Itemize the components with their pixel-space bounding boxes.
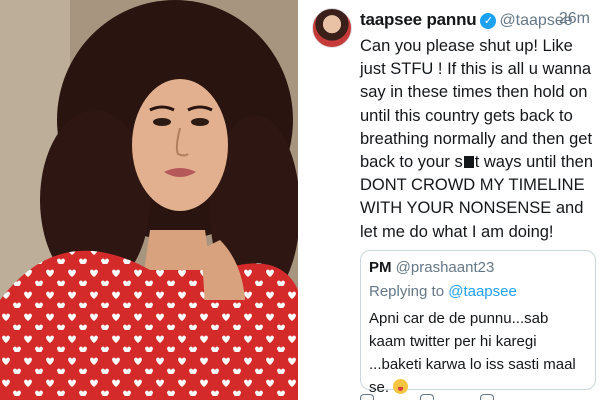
profile-photo [0,0,298,400]
tongue-face-emoji-icon [393,379,409,394]
quoted-author-handle: @prashaant23 [395,259,495,276]
like-icon[interactable] [480,394,494,400]
tweet-text-part1: Can you please shut up! Like just STFU !… [360,37,593,172]
tweet-header: taapsee pannu ✓ @taapsee 26m [360,10,596,32]
replying-to-prefix: Replying to [369,283,449,300]
tweet-timestamp[interactable]: 26m [559,10,590,28]
quoted-tweet-header: PM @prashaant23 [369,259,494,276]
replying-to-mention[interactable]: @taapsee [448,283,517,300]
woman-portrait-illustration [0,0,298,400]
author-name[interactable]: taapsee pannu [360,10,477,29]
tweet-text: Can you please shut up! Like just STFU !… [360,35,600,244]
verified-badge-icon: ✓ [480,13,497,29]
reply-icon[interactable] [360,394,374,400]
tweet-card: taapsee pannu ✓ @taapsee 26m Can you pleas… [304,0,600,400]
censor-block [463,156,474,169]
retweet-icon[interactable] [420,394,434,400]
quoted-tweet[interactable]: PM @prashaant23 Replying to @taapsee Apn… [360,250,596,396]
tweet-actions [360,394,596,400]
quoted-author-name: PM [369,259,392,276]
avatar[interactable] [312,8,352,48]
replying-to-line: Replying to @taapsee [369,283,517,300]
quoted-tweet-text: Apni car de de punnu...sab kaam twitter … [369,307,589,399]
